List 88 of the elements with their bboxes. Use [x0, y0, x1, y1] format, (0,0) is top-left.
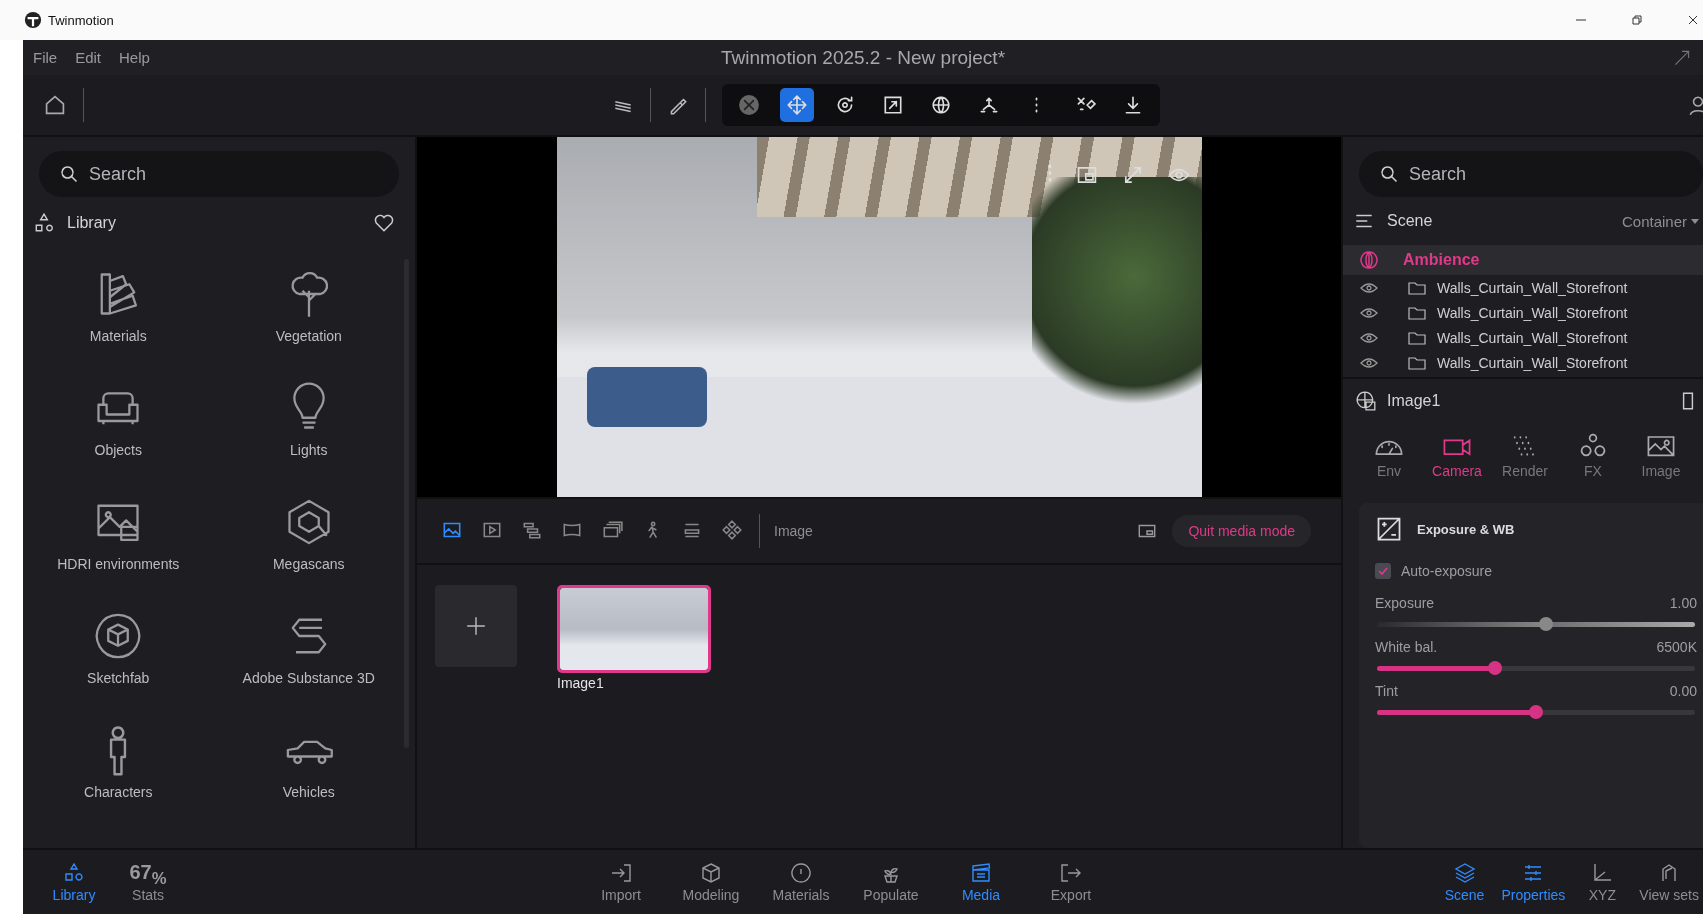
library-button[interactable]: Library	[45, 861, 103, 903]
library-category[interactable]: Sketchfab	[23, 591, 214, 705]
compass-icon	[789, 861, 813, 885]
app-logo-icon	[24, 11, 42, 29]
cube-icon	[699, 861, 723, 885]
properties-tab[interactable]: FX	[1561, 431, 1625, 495]
layers-icon	[1452, 861, 1477, 885]
scene-item[interactable]: Walls_Curtain_Wall_Storefront	[1343, 350, 1703, 375]
scene-item[interactable]: Walls_Curtain_Wall_Storefront	[1343, 275, 1703, 300]
shapes-icon	[33, 212, 55, 234]
globe-picture-icon	[1355, 390, 1377, 412]
slider-value: 6500K	[1656, 639, 1697, 655]
plus-icon	[465, 615, 487, 637]
library-category[interactable]: Objects	[23, 363, 214, 477]
quit-media-mode-button[interactable]: Quit media mode	[1172, 515, 1311, 547]
heart-icon[interactable]	[373, 212, 395, 234]
layers-button[interactable]: Scene	[1435, 861, 1494, 903]
move-icon	[785, 94, 808, 116]
image-thumbnail[interactable]	[557, 585, 711, 673]
clapperboard-icon	[969, 861, 993, 885]
container-dropdown[interactable]: Container	[1621, 212, 1699, 230]
scene-item[interactable]: Ambience	[1343, 245, 1703, 275]
axes-button[interactable]: XYZ	[1573, 861, 1632, 903]
menu-item[interactable]: File	[33, 49, 58, 66]
sliders-button[interactable]: Properties	[1501, 861, 1566, 903]
export-icon	[1059, 861, 1083, 885]
library-category[interactable]: Materials	[23, 249, 214, 363]
globe-icon	[1359, 250, 1379, 270]
properties-tab[interactable]: Env	[1357, 431, 1421, 495]
thumbnail-label: Image1	[557, 675, 605, 691]
slider-thumb[interactable]	[1529, 705, 1543, 719]
menu-item[interactable]: Help	[119, 49, 150, 66]
library-category[interactable]: Adobe Substance 3D	[213, 591, 404, 705]
exposure-icon	[1375, 515, 1403, 543]
slider-label: Tint	[1375, 683, 1398, 699]
scale-icon	[881, 94, 904, 116]
app-name: Twinmotion	[48, 12, 114, 28]
slider-track[interactable]	[1377, 705, 1695, 719]
compass-button[interactable]: Materials	[765, 861, 837, 903]
scene-title: Scene	[1387, 212, 1433, 230]
viewport-render[interactable]	[556, 137, 1202, 497]
plants-button[interactable]: Populate	[855, 861, 927, 903]
import-icon	[609, 861, 633, 885]
search-field[interactable]: Search	[39, 151, 399, 197]
search-icon	[1379, 164, 1399, 184]
library-category[interactable]: Characters	[23, 705, 214, 819]
caret-icon	[1691, 218, 1699, 224]
scene-item[interactable]: Walls_Curtain_Wall_Storefront	[1343, 325, 1703, 350]
library-category[interactable]: Megascans	[213, 477, 404, 591]
slider-label: Exposure	[1375, 595, 1435, 611]
properties-title: Image1	[1387, 392, 1441, 410]
globe-icon	[929, 94, 952, 116]
menu-item[interactable]: Edit	[75, 49, 102, 66]
home-icon[interactable]	[43, 93, 67, 117]
library-title: Library	[67, 214, 116, 232]
section-title: Exposure & WB	[1417, 521, 1515, 537]
close-icon	[737, 94, 760, 116]
properties-tab[interactable]: Camera	[1425, 431, 1489, 495]
slider-label: White bal.	[1375, 639, 1438, 655]
restore-icon[interactable]	[1631, 14, 1643, 26]
auto-exposure-checkbox[interactable]	[1375, 563, 1391, 579]
close-icon[interactable]	[1687, 14, 1699, 26]
clapperboard-button[interactable]: Media	[945, 861, 1017, 903]
user-icon[interactable]	[1687, 94, 1703, 116]
slider-value: 1.00	[1669, 595, 1697, 611]
search-icon	[59, 164, 79, 184]
window-title: Twinmotion 2025.2 - New project*	[720, 46, 1006, 69]
search-field[interactable]: Search	[1359, 151, 1703, 197]
media-section-label: Image	[774, 523, 813, 539]
properties-tab[interactable]: Image	[1629, 431, 1693, 495]
library-category[interactable]: HDRI environments	[23, 477, 214, 591]
cube-button[interactable]: Modeling	[675, 861, 747, 903]
import-button[interactable]: Import	[585, 861, 657, 903]
stats-button[interactable]: 67$_{%}$ Stats	[119, 861, 177, 903]
library-category[interactable]: Lights	[213, 363, 404, 477]
slider-track[interactable]	[1377, 661, 1695, 675]
slider-thumb[interactable]	[1538, 617, 1553, 631]
slider-thumb[interactable]	[1487, 661, 1502, 675]
move-tool[interactable]	[779, 88, 814, 122]
slider-value: 0.00	[1669, 683, 1697, 699]
diamond-dots-icon	[721, 518, 743, 541]
library-category[interactable]: Vegetation	[213, 249, 404, 363]
checkbox-label: Auto-exposure	[1401, 563, 1493, 579]
properties-tab[interactable]: Render	[1493, 431, 1557, 495]
library-category[interactable]: Vehicles	[213, 705, 404, 819]
view-sets-button[interactable]: View sets	[1639, 861, 1699, 903]
export-button[interactable]: Export	[1035, 861, 1107, 903]
scene-item[interactable]: Walls_Curtain_Wall_Storefront	[1343, 300, 1703, 325]
